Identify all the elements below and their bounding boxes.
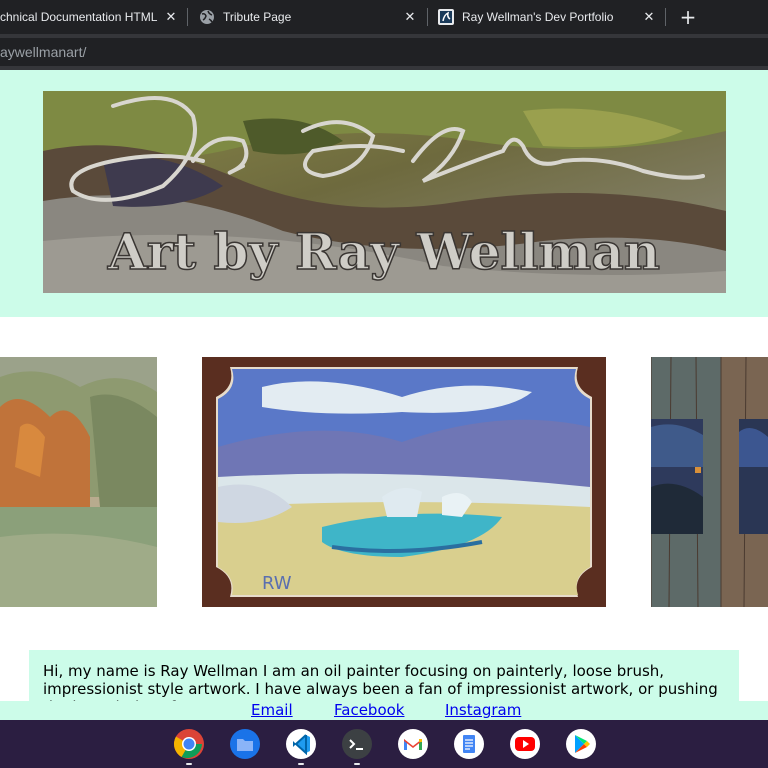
painting-image xyxy=(0,357,157,607)
docs-icon[interactable] xyxy=(453,728,485,760)
close-icon[interactable]: ✕ xyxy=(402,9,418,25)
youtube-icon[interactable] xyxy=(509,728,541,760)
running-indicator xyxy=(186,763,192,765)
tab-tribute-page[interactable]: Tribute Page ✕ xyxy=(188,0,428,34)
play-store-icon[interactable] xyxy=(565,728,597,760)
header-band: Art by Ray Wellman xyxy=(0,70,768,317)
shelf xyxy=(0,720,768,768)
close-icon[interactable]: ✕ xyxy=(641,9,657,25)
painting-autumn-trees[interactable] xyxy=(0,357,157,607)
running-indicator xyxy=(298,763,304,765)
svg-text:RW: RW xyxy=(262,573,292,594)
tab-strip: chnical Documentation HTML ✕ Tribute Pag… xyxy=(0,0,768,34)
painting-wood-panels[interactable] xyxy=(651,357,768,607)
globe-icon xyxy=(200,10,214,24)
banner-image: Art by Ray Wellman xyxy=(43,91,726,293)
email-link[interactable]: Email xyxy=(251,701,293,720)
painting-image xyxy=(651,357,768,607)
close-icon[interactable]: ✕ xyxy=(163,9,179,25)
tab-technical-documentation[interactable]: chnical Documentation HTML ✕ xyxy=(0,0,186,34)
tab-separator xyxy=(665,8,666,26)
tab-dev-portfolio[interactable]: Ray Wellman's Dev Portfolio ✕ xyxy=(428,0,665,34)
gmail-icon[interactable] xyxy=(397,728,429,760)
vscode-icon[interactable] xyxy=(285,728,317,760)
terminal-icon[interactable] xyxy=(341,728,373,760)
tab-label: Ray Wellman's Dev Portfolio xyxy=(462,10,614,24)
facebook-link[interactable]: Facebook xyxy=(334,701,404,720)
files-icon[interactable] xyxy=(229,728,261,760)
painting-image: RW xyxy=(202,357,606,607)
running-indicator xyxy=(354,763,360,765)
web-page: Art by Ray Wellman RW Hi, my name is Ray… xyxy=(0,70,768,720)
footer-nav: Email Facebook Instagram xyxy=(0,701,768,720)
instagram-link[interactable]: Instagram xyxy=(445,701,521,720)
painting-gallery: RW xyxy=(0,357,768,607)
url-text: aywellmanart/ xyxy=(0,44,87,60)
tab-label: Tribute Page xyxy=(223,10,292,24)
freecodecamp-icon xyxy=(438,9,454,25)
toolbar: aywellmanart/ xyxy=(0,34,768,70)
banner-painting: Art by Ray Wellman xyxy=(43,91,726,293)
tab-label: chnical Documentation HTML xyxy=(0,10,158,24)
address-bar[interactable]: aywellmanart/ xyxy=(0,38,768,66)
banner-title: Art by Ray Wellman xyxy=(107,222,660,281)
painting-lake-boat[interactable]: RW xyxy=(202,357,606,607)
new-tab-button[interactable]: + xyxy=(676,5,700,29)
chrome-icon[interactable] xyxy=(173,728,205,760)
